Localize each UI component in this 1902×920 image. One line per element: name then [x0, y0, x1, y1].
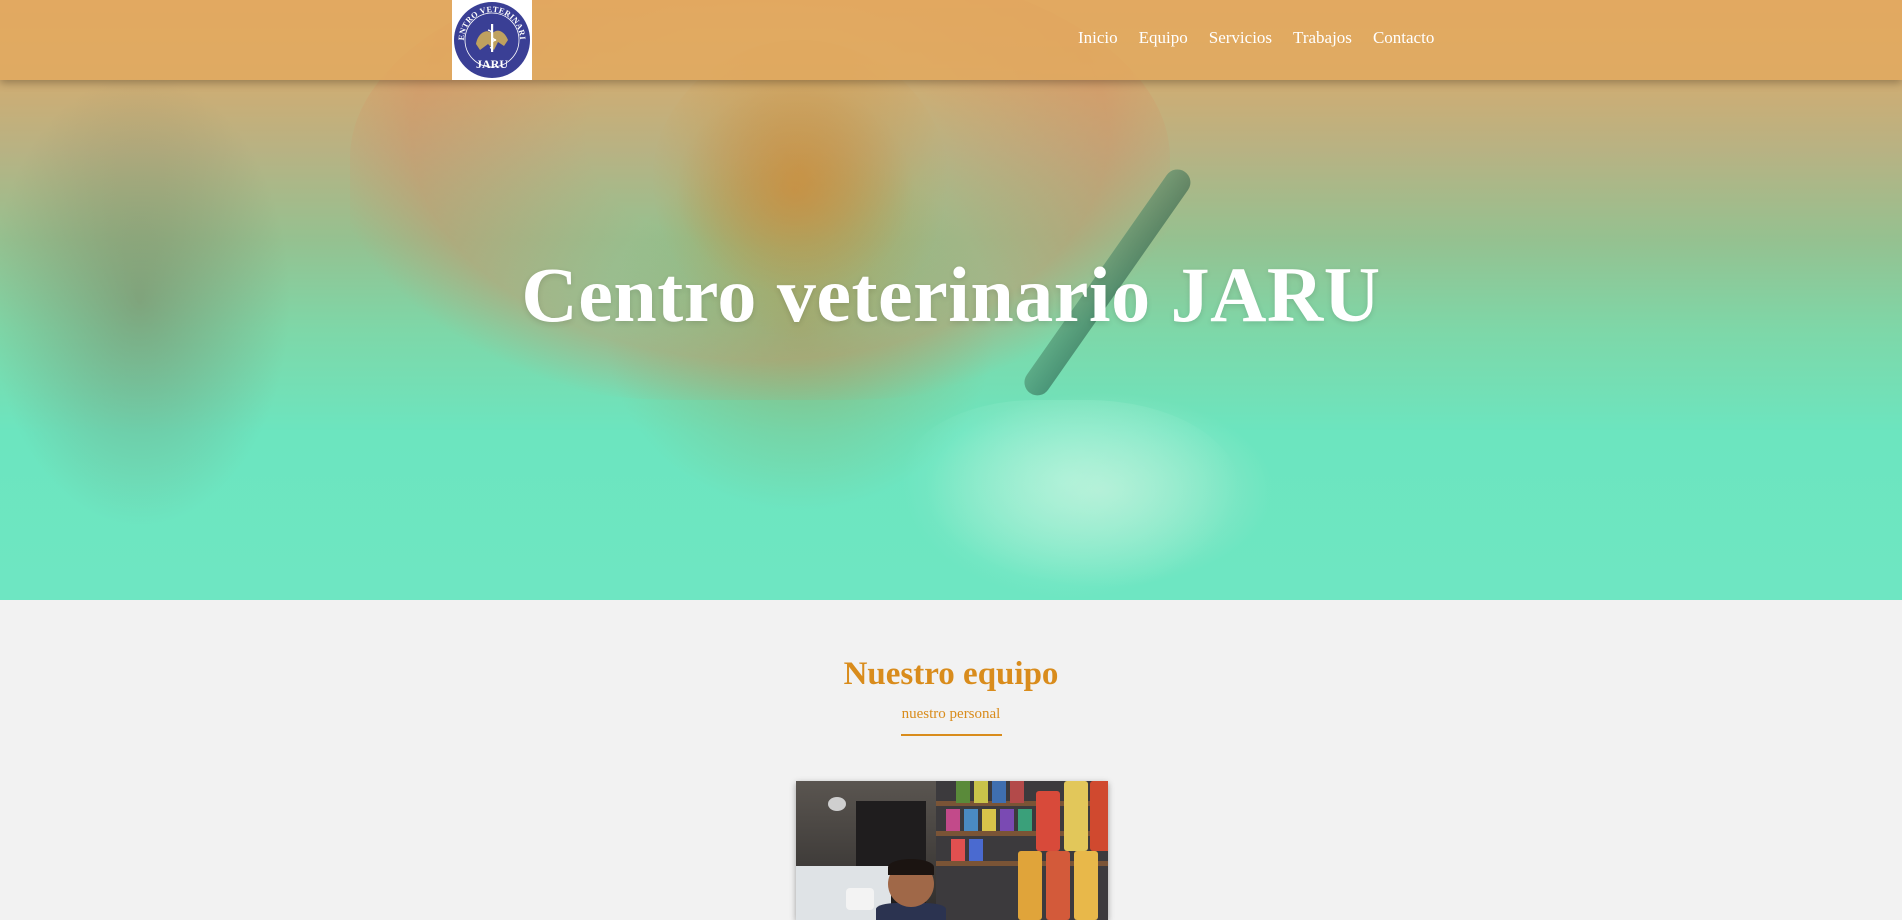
- nav-link-servicios[interactable]: Servicios: [1209, 28, 1272, 48]
- navbar: CENTRO VETERINARIO JARU Inicio Equipo Se…: [0, 0, 1902, 80]
- section-subtitle: nuestro personal: [901, 706, 1001, 722]
- team-member-photo[interactable]: [796, 781, 1108, 920]
- hero-banner: Centro veterinario JARU: [0, 0, 1902, 600]
- logo-emblem-icon: CENTRO VETERINARIO JARU: [452, 0, 530, 78]
- section-divider: [901, 734, 1002, 736]
- hero-title: Centro veterinario JARU: [521, 251, 1381, 338]
- logo[interactable]: CENTRO VETERINARIO JARU: [452, 0, 532, 80]
- nav-link-contacto[interactable]: Contacto: [1373, 28, 1434, 48]
- counter-sticker: [846, 888, 874, 910]
- nav-link-trabajos[interactable]: Trabajos: [1293, 28, 1352, 48]
- hero-image-hand: [900, 400, 1240, 600]
- wall-sign: [828, 797, 846, 811]
- nav-link-inicio[interactable]: Inicio: [1078, 28, 1118, 48]
- section-title: Nuestro equipo: [843, 656, 1059, 692]
- main-nav: Inicio Equipo Servicios Trabajos Contact…: [1078, 28, 1455, 48]
- logo-brand-text: JARU: [476, 57, 508, 71]
- nav-link-equipo[interactable]: Equipo: [1139, 28, 1188, 48]
